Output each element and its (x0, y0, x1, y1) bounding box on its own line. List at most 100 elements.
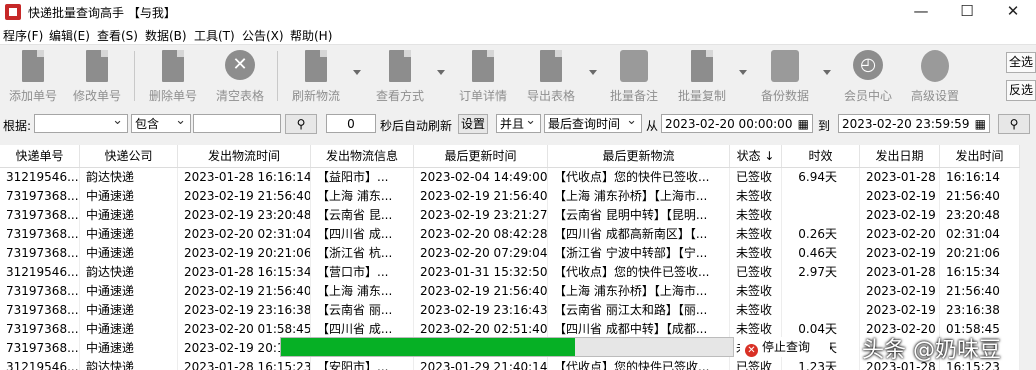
backup-data-button[interactable]: 备份数据 (752, 48, 818, 104)
table-cell: 【四川省 成... (311, 225, 414, 244)
table-cell: 73197368... (0, 301, 80, 320)
batch-note-button[interactable]: 批量备注 (601, 48, 667, 104)
table-row[interactable]: 31219546... 韵达快递 2023-01-28 16:16:14 【益阳市】.… (0, 168, 1020, 187)
menu-data[interactable]: 数据(B) (145, 27, 187, 44)
menu-tools[interactable]: 工具(T) (194, 27, 235, 44)
auto-refresh-label: 秒后自动刷新 (380, 119, 453, 133)
table-row[interactable]: 73197368... 中通速递 2023-02-19 23:16:38 【云南省 丽… (0, 301, 1020, 320)
table-row[interactable]: 73197368... 中通速递 2023-02-19 21:56:40 【上海 浦东… (0, 187, 1020, 206)
calendar-icon[interactable]: ▦ (798, 115, 809, 132)
table-row[interactable]: 31219546... 韵达快递 2023-01-28 16:15:34 【营口市】.… (0, 263, 1020, 282)
table-cell: 【上海 浦东孙桥】【上海市... (548, 282, 730, 301)
stop-query-label: 停止查询 (762, 340, 811, 354)
chevron-down-icon[interactable] (437, 70, 445, 75)
table-cell: 2023-02-19 21:56:40 (414, 187, 548, 206)
advanced-settings-button[interactable]: 高级设置 (902, 48, 968, 104)
column-header[interactable]: 时效 (782, 145, 860, 167)
table-cell: 【云南省 昆... (311, 206, 414, 225)
batch-note-label: 批量备注 (609, 89, 658, 103)
view-mode-button[interactable]: 查看方式 (367, 48, 433, 104)
title-bar: 快递批量查询高手 【与我】 — ☐ ✕ (0, 0, 1036, 24)
filter-bar: 根据: 包含 ⚲ 0 秒后自动刷新 设置 并且 最后查询时间 从 2023-02… (0, 112, 1036, 136)
column-header[interactable]: 快递公司 (80, 145, 178, 167)
search-button[interactable]: ⚲ (998, 114, 1030, 134)
table-cell: 中通速递 (80, 206, 178, 225)
chevron-down-icon[interactable] (823, 70, 831, 75)
table-cell: 20:21:06 (940, 244, 1020, 263)
maximize-button[interactable]: ☐ (944, 0, 990, 24)
minimize-button[interactable]: — (898, 0, 944, 24)
export-table-button[interactable]: 导出表格 (518, 48, 584, 104)
refresh-interval-input[interactable]: 0 (326, 114, 376, 133)
table-cell (782, 301, 860, 320)
invert-selection-button[interactable]: 反选 (1006, 80, 1036, 101)
table-cell: 21:56:40 (940, 282, 1020, 301)
from-datetime-input[interactable]: 2023-02-20 00:00:00 ▦ (661, 114, 813, 133)
menu-bar: 程序(F) 编辑(E) 查看(S) 数据(B) 工具(T) 公告(X) 帮助(H… (0, 24, 1036, 45)
advanced-settings-label: 高级设置 (910, 89, 959, 103)
menu-edit[interactable]: 编辑(E) (49, 27, 90, 44)
batch-copy-button[interactable]: 批量复制 (669, 48, 735, 104)
table-cell: 0.46天 (782, 244, 860, 263)
batch-copy-label: 批量复制 (677, 89, 726, 103)
table-cell: 2023-02-19 21:56:40 (178, 282, 311, 301)
calendar-icon[interactable]: ▦ (975, 115, 986, 132)
column-header[interactable]: 发出物流信息 (311, 145, 414, 167)
table-cell: 2023-01-28 (860, 263, 940, 282)
table-cell: 73197368... (0, 339, 80, 358)
window-title: 快递批量查询高手 【与我】 (28, 6, 176, 20)
menu-view[interactable]: 查看(S) (97, 27, 138, 44)
clock-icon: ◴ (853, 50, 883, 80)
table-row[interactable]: 73197368... 中通速递 2023-02-20 02:31:04 【四川省 成… (0, 225, 1020, 244)
table-cell: 中通速递 (80, 320, 178, 339)
vertical-scrollbar[interactable] (1020, 145, 1036, 370)
table-row[interactable]: 73197368... 中通速递 2023-02-19 21:56:40 【上海 浦东… (0, 282, 1020, 301)
table-cell: 【云南省 丽江太和路】【丽... (548, 301, 730, 320)
add-number-button[interactable]: 添加单号 (0, 48, 66, 104)
column-header[interactable]: 最后更新时间 (414, 145, 548, 167)
column-header[interactable]: 发出物流时间 (178, 145, 311, 167)
close-button[interactable]: ✕ (990, 0, 1036, 24)
table-row[interactable]: 73197368... 中通速递 2023-02-19 20:21:06 【浙江省 杭… (0, 244, 1020, 263)
settings-button[interactable]: 设置 (458, 114, 488, 134)
table-cell: 中通速递 (80, 282, 178, 301)
column-header[interactable]: 最后更新物流 (548, 145, 730, 167)
table-cell: 韵达快递 (80, 358, 178, 370)
time-field-select[interactable]: 最后查询时间 (544, 114, 642, 133)
column-header[interactable]: 发出日期 (860, 145, 940, 167)
order-detail-button[interactable]: 订单详情 (450, 48, 516, 104)
table-cell: 未签收 (730, 244, 782, 263)
stop-query-button[interactable]: ✕ 停止查询 (740, 337, 830, 357)
chevron-down-icon[interactable] (739, 70, 747, 75)
table-cell: 【营口市】... (311, 263, 414, 282)
column-header[interactable]: 发出时间 (940, 145, 1020, 167)
table-row[interactable]: 73197368... 中通速递 2023-02-19 23:20:48 【云南省 昆… (0, 206, 1020, 225)
edit-number-button[interactable]: 修改单号 (64, 48, 130, 104)
table-cell: 【益阳市】... (311, 168, 414, 187)
note-icon (620, 50, 648, 82)
menu-notice[interactable]: 公告(X) (242, 27, 284, 44)
to-datetime-input[interactable]: 2023-02-20 23:59:59 ▦ (838, 114, 990, 133)
match-select[interactable]: 包含 (131, 114, 191, 133)
table-cell: 2023-01-29 21:40:14 (414, 358, 548, 370)
clear-table-button[interactable]: ✕ 清空表格 (207, 48, 273, 104)
delete-number-button[interactable]: 删除单号 (140, 48, 206, 104)
column-header[interactable]: 快递单号 (0, 145, 80, 167)
column-header[interactable]: 状态 ↓ (730, 145, 782, 167)
table-cell: 中通速递 (80, 225, 178, 244)
search-button[interactable]: ⚲ (285, 114, 317, 134)
chevron-down-icon[interactable] (589, 70, 597, 75)
menu-program[interactable]: 程序(F) (3, 27, 43, 44)
logic-select[interactable]: 并且 (496, 114, 541, 133)
field-select[interactable] (34, 114, 128, 133)
menu-help[interactable]: 帮助(H) (290, 27, 332, 44)
chevron-down-icon[interactable] (353, 70, 361, 75)
member-center-button[interactable]: ◴ 会员中心 (835, 48, 901, 104)
refresh-logistics-button[interactable]: 刷新物流 (283, 48, 349, 104)
select-all-button[interactable]: 全选 (1006, 52, 1036, 73)
keyword-input[interactable] (193, 114, 281, 133)
from-label: 从 (646, 119, 659, 133)
view-mode-label: 查看方式 (375, 89, 424, 103)
table-cell: 2023-02-19 23:21:27 (414, 206, 548, 225)
table-cell: 【上海 浦东... (311, 187, 414, 206)
